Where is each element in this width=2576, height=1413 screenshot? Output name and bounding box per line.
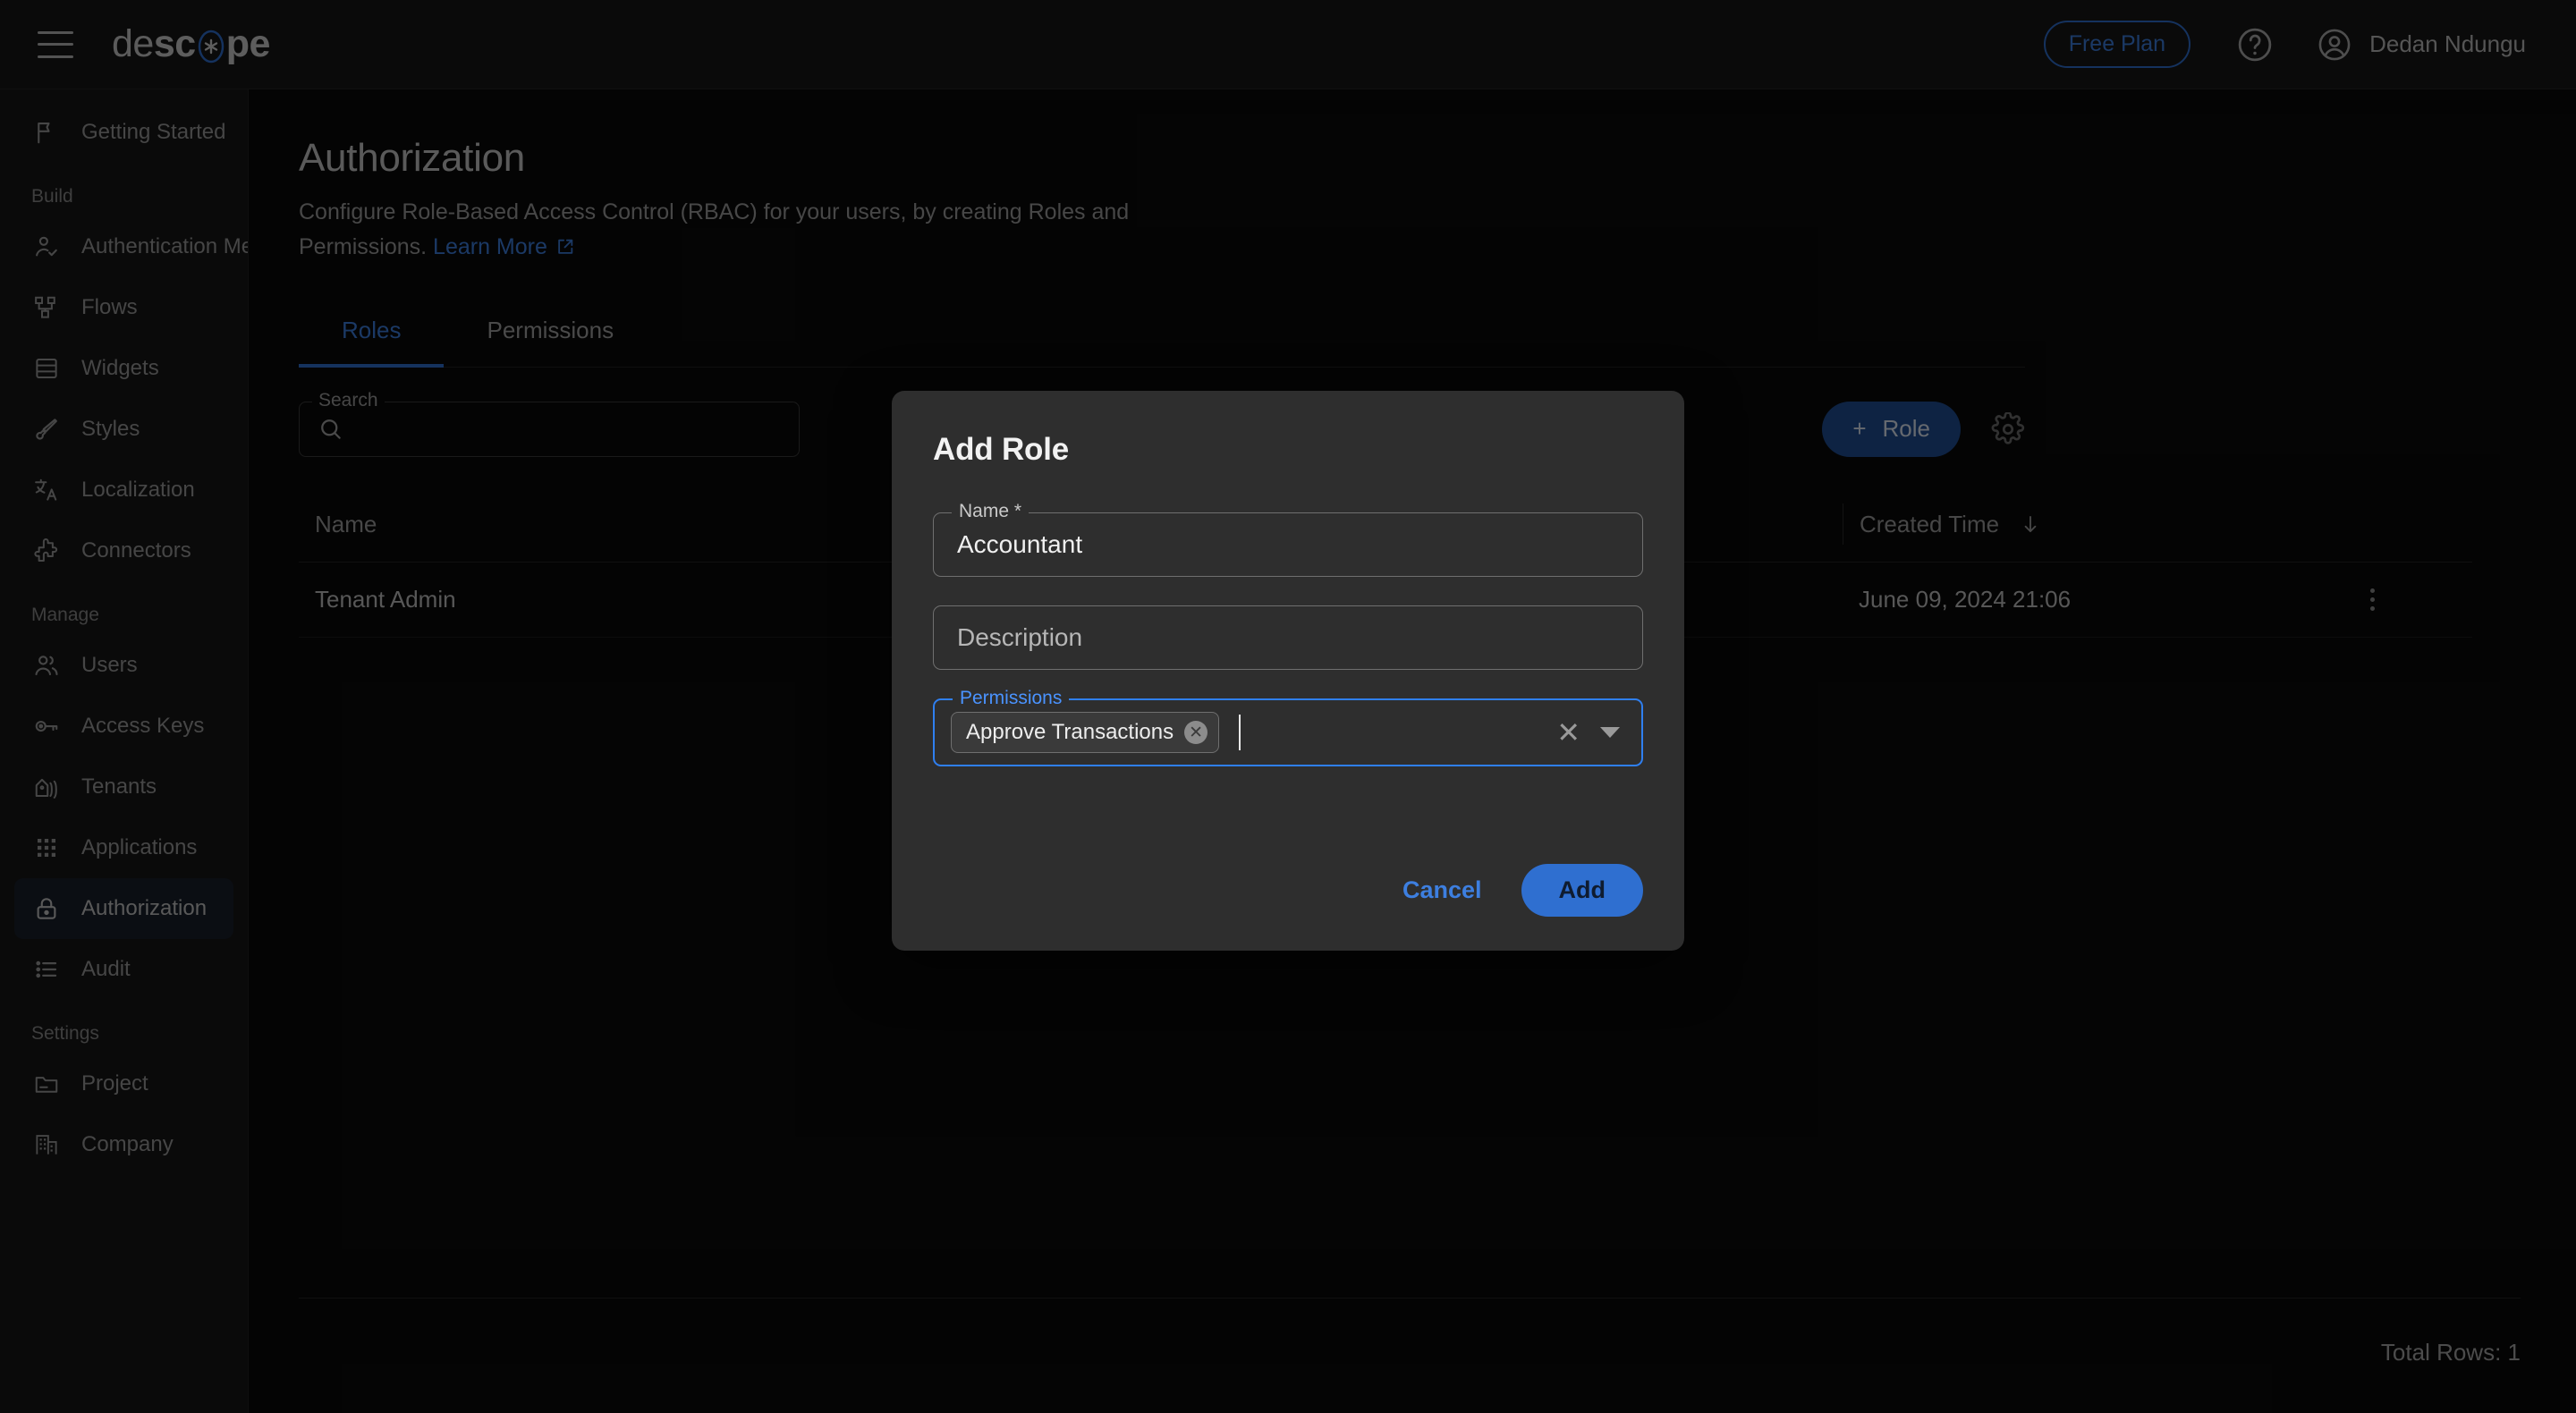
dialog-title: Add Role (933, 432, 1643, 468)
role-description-placeholder: Description (957, 623, 1082, 652)
text-caret (1239, 715, 1241, 750)
remove-permission-icon[interactable]: ✕ (1184, 721, 1208, 744)
dialog-actions: Cancel Add (1386, 864, 1643, 917)
app-root: descpe Free Plan Dedan N (0, 0, 2576, 1413)
add-button[interactable]: Add (1521, 864, 1643, 917)
cancel-button[interactable]: Cancel (1386, 866, 1498, 915)
permission-chip-label: Approve Transactions (966, 720, 1174, 745)
chevron-down-icon[interactable] (1600, 727, 1620, 738)
select-actions: ✕ (1556, 718, 1625, 747)
add-role-dialog: Add Role Name * Accountant Description P… (892, 391, 1684, 951)
role-name-value: Accountant (957, 530, 1082, 559)
role-permissions-label: Permissions (953, 688, 1069, 709)
role-permissions-field[interactable]: Permissions Approve Transactions ✕ ✕ (933, 698, 1643, 766)
role-name-field[interactable]: Name * Accountant (933, 512, 1643, 577)
role-description-field[interactable]: Description (933, 605, 1643, 670)
role-name-label: Name * (952, 501, 1029, 522)
permission-chip[interactable]: Approve Transactions ✕ (951, 712, 1219, 753)
clear-selection-icon[interactable]: ✕ (1556, 718, 1580, 747)
